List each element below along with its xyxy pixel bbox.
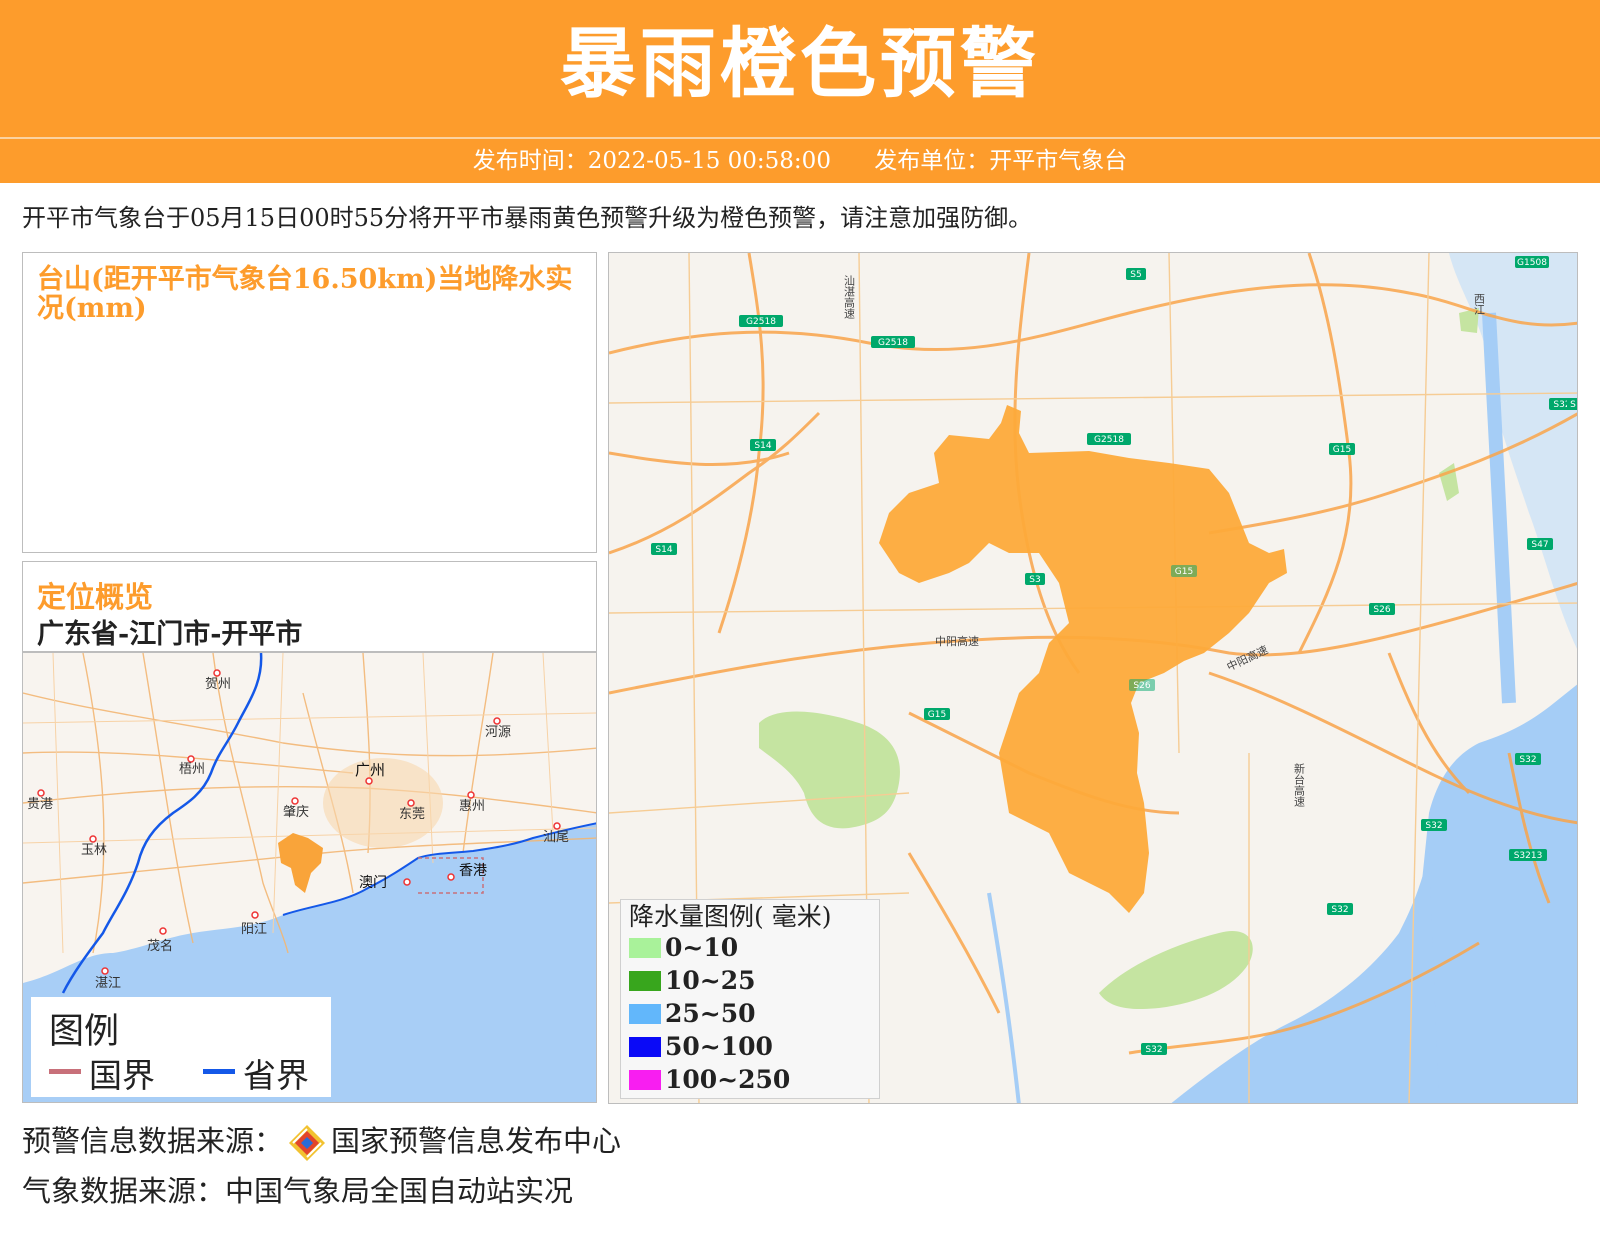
city-label: 玉林 [81,843,107,858]
publish-unit: 发布单位：开平市气象台 [874,148,1128,174]
rainfall-panel: 台山(距开平市气象台16.50km)当地降水实况(mm) [22,252,597,553]
national-border-label: 国界 [89,1056,155,1095]
green-area [759,711,900,829]
rainfall-panel-title: 台山(距开平市气象台16.50km)当地降水实况(mm) [37,264,573,324]
warning-source-name: 国家预警信息发布中心 [331,1124,622,1158]
city-label: 茂名 [147,938,173,954]
weather-source-line: 气象数据来源：中国气象局全国自动站实况 [22,1174,574,1208]
road-label: 新台高速 [1293,762,1306,807]
national-border-swatch [49,1069,81,1074]
city-label: 阳江 [241,922,267,937]
legend-swatch-50-100 [629,1037,661,1057]
svg-text:S3: S3 [1029,575,1040,585]
city-label: 贵港 [27,797,53,812]
city-label: 汕尾 [543,830,569,845]
road-label: 中阳高速 [935,634,979,648]
city-label: 香港 [459,863,487,879]
svg-text:G15: G15 [928,710,946,720]
rainfall-legend: 降水量图例( 毫米) 0~10 10~25 25~50 50~100 100~2… [620,899,880,1099]
svg-text:S5: S5 [1130,270,1141,280]
city-label: 广州 [355,761,385,779]
publish-time: 发布时间：2022-05-15 00:58:00 [472,148,831,174]
city-label: 河源 [485,725,511,740]
location-panel: 定位概览 广东省-江门市-开平市 [22,561,597,652]
svg-text:G1508: G1508 [1517,258,1547,268]
river [987,892,1021,1103]
overview-warning-area [278,833,323,893]
legend-label: 25~50 [665,999,756,1028]
legend-label: 0~10 [665,933,739,962]
detail-map[interactable]: 汕湛高速 中阳高速 中阳高速 新台高速 西江 S5 G1508 G2518 G2… [608,252,1578,1104]
city-label: 湛江 [95,976,121,991]
river-label: 西江 [1473,293,1486,315]
legend-swatch-10-25 [629,971,661,991]
svg-text:S14: S14 [754,441,771,451]
city-label: 东莞 [399,807,425,822]
svg-text:G2518: G2518 [746,317,776,327]
overview-legend: 图例 国界 省界 [31,997,331,1097]
legend-swatch-0-10 [629,938,661,958]
road-label: 汕湛高速 [843,275,856,319]
city-label: 贺州 [205,677,231,692]
svg-text:S32: S32 [1145,1045,1162,1055]
page-title: 暴雨橙色预警 [560,19,1040,108]
svg-text:S26: S26 [1373,605,1390,615]
publish-info-bar: 发布时间：2022-05-15 00:58:00 发布单位：开平市气象台 [0,139,1600,183]
svg-text:G15: G15 [1175,567,1193,577]
svg-text:S47: S47 [1531,540,1548,550]
warning-center-logo-icon [289,1125,326,1161]
warning-source-line: 预警信息数据来源： 国家预警信息发布中心 [22,1121,621,1163]
svg-text:G15: G15 [1333,445,1351,455]
legend-swatch-100-250 [629,1070,661,1090]
svg-text:G2518: G2518 [878,338,908,348]
provincial-border-swatch [203,1069,235,1074]
road-label: 中阳高速 [1224,642,1270,673]
city-label: 澳门 [359,875,387,891]
warning-source-label: 预警信息数据来源： [22,1124,284,1158]
legend-label: 100~250 [665,1065,791,1094]
svg-text:S32: S32 [1425,821,1442,831]
svg-text:S32: S32 [1519,755,1536,765]
city-label: 肇庆 [283,805,309,820]
warning-description: 开平市气象台于05月15日00时55分将开平市暴雨黄色预警升级为橙色预警，请注意… [22,204,1033,232]
legend-label: 50~100 [665,1032,773,1061]
location-title: 定位概览 [37,580,154,614]
warning-area [879,405,1287,913]
legend-label: 10~25 [665,966,756,995]
svg-text:G2518: G2518 [1094,435,1124,445]
overview-legend-title: 图例 [49,1012,120,1052]
svg-text:S3213: S3213 [1514,851,1543,861]
rainfall-legend-title: 降水量图例( 毫米) [629,902,832,931]
svg-text:S32: S32 [1331,905,1348,915]
svg-text:S26: S26 [1133,681,1150,691]
city-label: 梧州 [179,762,205,777]
provincial-border-label: 省界 [243,1056,309,1095]
city-label: 惠州 [459,799,485,814]
header-bar: 暴雨橙色预警 [0,0,1600,137]
svg-text:S14: S14 [655,545,672,555]
svg-text:S: S [1570,400,1576,410]
legend-swatch-25-50 [629,1004,661,1024]
overview-map[interactable]: 贺州 梧州 河源 广州 贵港 肇庆 东莞 惠州 玉林 汕尾 澳门 香港 阳江 茂… [22,652,597,1103]
location-name: 广东省-江门市-开平市 [37,619,303,650]
green-area [1099,931,1253,1010]
